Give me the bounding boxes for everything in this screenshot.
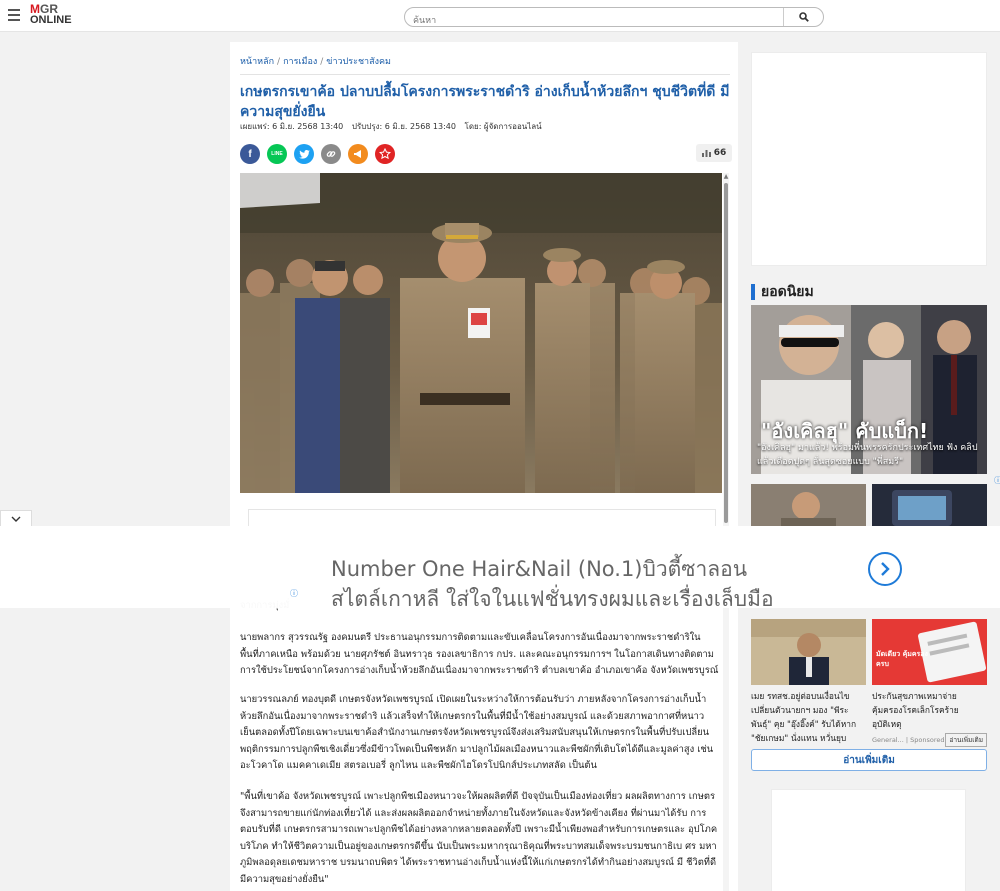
article-paragraph-2: นายพลากร สุวรรณรัฐ องคมนตรี ประธานอนุกรร… xyxy=(240,632,719,677)
scroll-up-arrow[interactable]: ▲ xyxy=(723,173,729,181)
menu-icon[interactable] xyxy=(8,9,20,21)
heading-accent-bar xyxy=(751,284,755,300)
popular-thumb-1[interactable] xyxy=(751,484,866,526)
search-button[interactable] xyxy=(783,8,823,26)
popular-title: ยอดนิยม xyxy=(761,284,814,300)
article-panel: หน้าหลัก / การเมือง / ข่าวประชาสังคม เกษตรกร… xyxy=(230,42,738,891)
popular-hero[interactable]: "อังเคิลฮุ" คับแบ็ก! "อังเคิลฮุ" มาแล้ว!… xyxy=(751,305,987,474)
card-caption-2: ประกันสุขภาพเหมาจ่าย คุ้มครองโรคเล็กโรคร… xyxy=(872,691,959,729)
author: โดย: ผู้จัดการออนไลน์ xyxy=(464,122,542,131)
breadcrumb: หน้าหลัก / การเมือง / ข่าวประชาสังคม xyxy=(240,57,391,67)
card-image-badge: มัดเดียว คุ้มครองครบ xyxy=(876,650,928,668)
line-icon[interactable]: LINE xyxy=(267,144,287,164)
ad-text[interactable]: Number One Hair&Nail (No.1)บิวตี้ซาลอน ส… xyxy=(331,554,774,614)
link-icon[interactable] xyxy=(321,144,341,164)
logo[interactable]: MGR ONLINE xyxy=(30,3,72,26)
ad-info-icon-right[interactable]: ⓘ xyxy=(994,475,1000,486)
sponsor-cta-button[interactable]: อ่านเพิ่มเติม xyxy=(945,733,987,747)
read-more-button[interactable]: อ่านเพิ่มเติม xyxy=(751,749,987,771)
article-title: เกษตรกรเขาค้อ ปลาบปลื้มโครงการพระราชดำริ… xyxy=(240,84,730,120)
breadcrumb-society[interactable]: ข่าวประชาสังคม xyxy=(326,57,391,67)
article-paragraph-4: "พื้นที่เขาค้อ จังหวัดเพชรบูรณ์ เพาะปลูก… xyxy=(240,791,718,885)
star-icon[interactable] xyxy=(375,144,395,164)
twitter-icon[interactable] xyxy=(294,144,314,164)
sidebar-card-2[interactable]: มัดเดียว คุ้มครองครบ ประกันสุขภาพเหมาจ่า… xyxy=(872,619,987,747)
chevron-down-icon xyxy=(11,516,21,522)
card-image-2: มัดเดียว คุ้มครองครบ xyxy=(872,619,987,685)
breadcrumb-home[interactable]: หน้าหลัก xyxy=(240,57,274,67)
updated-date: ปรับปรุง: 6 มิ.ย. 2568 13:40 xyxy=(351,122,456,131)
ad-line-2: สไตล์เกาหลี ใส่ใจในแฟชั่นทรงผมและเรื่องเ… xyxy=(331,587,774,611)
bar-chart-icon xyxy=(701,150,711,157)
ad-open-button[interactable] xyxy=(868,552,902,586)
sidebar-ad-slot[interactable] xyxy=(751,52,987,266)
megaphone-icon[interactable] xyxy=(348,144,368,164)
view-count-value: 66 xyxy=(713,148,727,158)
facebook-icon[interactable]: f xyxy=(240,144,260,164)
sponsor-label: General... | Sponsored xyxy=(872,736,945,744)
article-paragraph-3: นายวรรณลภย์ ทองบุตดี เกษตรจังหวัดเพชรบูร… xyxy=(240,694,714,772)
thumb-image-2 xyxy=(872,484,987,526)
published-date: เผยแพร่: 6 มิ.ย. 2568 13:40 xyxy=(240,122,344,131)
sidebar-ad-slot-2[interactable] xyxy=(771,789,966,891)
card-image-1 xyxy=(751,619,866,685)
breadcrumb-politics[interactable]: การเมือง xyxy=(283,57,317,67)
popular-thumb-2[interactable] xyxy=(872,484,987,526)
ad-info-icon[interactable]: ⓘ xyxy=(290,588,298,599)
logo-bottom: ONLINE xyxy=(30,14,72,26)
popular-heading: ยอดนิยม xyxy=(751,283,814,301)
share-bar: f LINE xyxy=(240,144,395,164)
article-meta: เผยแพร่: 6 มิ.ย. 2568 13:40 ปรับปรุง: 6 … xyxy=(240,120,548,133)
article-photo[interactable] xyxy=(240,173,722,493)
search-input[interactable] xyxy=(405,12,783,26)
search-icon xyxy=(798,12,809,22)
collapse-ad-tab[interactable] xyxy=(0,510,32,526)
view-count: 66 xyxy=(696,144,732,162)
thumb-image-1 xyxy=(751,484,866,526)
search-box xyxy=(404,7,824,27)
ad-line-1: Number One Hair&Nail (No.1)บิวตี้ซาลอน xyxy=(331,557,748,581)
scrollbar-thumb[interactable] xyxy=(724,183,728,523)
top-bar: MGR ONLINE xyxy=(0,0,1000,32)
divider xyxy=(240,74,730,75)
sidebar-card-1[interactable]: เมย รทสช.อยู่ต่อบนเงื่อนไข เปลี่ยนตัวนาย… xyxy=(751,619,866,759)
photo-officials-walking xyxy=(240,173,722,493)
chevron-right-icon xyxy=(881,562,890,576)
hero-caption[interactable]: "อังเคิลฮุ" มาแล้ว! พร้อมพี่นพรรครักประเ… xyxy=(757,441,985,469)
